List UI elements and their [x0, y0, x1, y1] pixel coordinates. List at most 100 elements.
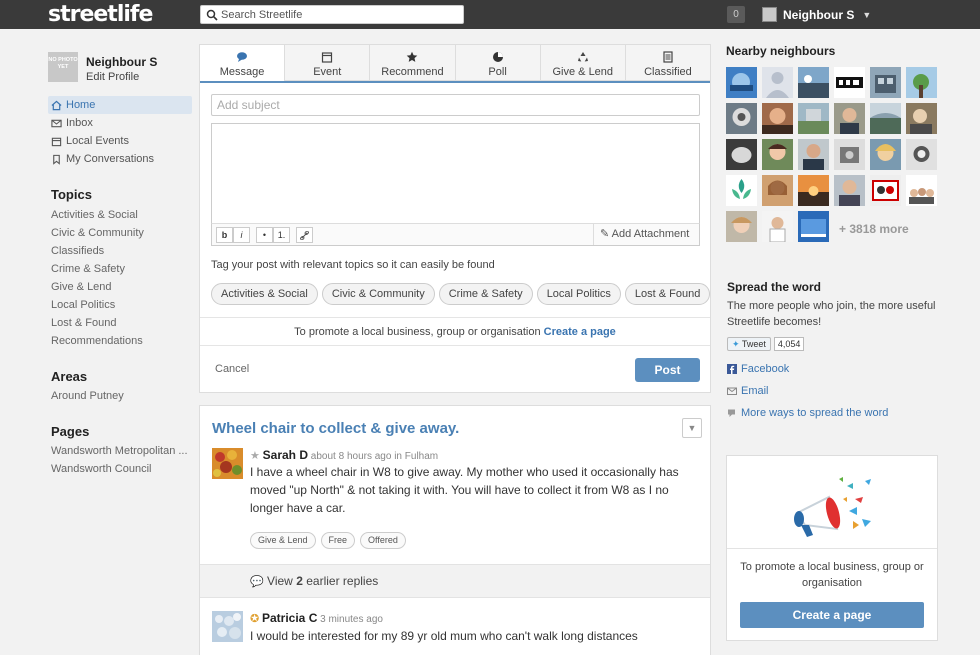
- search-box[interactable]: [200, 5, 464, 24]
- topic-link[interactable]: Civic & Community: [51, 224, 144, 242]
- bold-button[interactable]: b: [216, 227, 233, 243]
- top-bar: streetlife 0 Neighbour S ▼: [0, 0, 980, 29]
- numbered-list-button[interactable]: 1.: [273, 227, 290, 243]
- thread-title[interactable]: Wheel chair to collect & give away.: [212, 420, 459, 437]
- topic-link[interactable]: Recommendations: [51, 332, 144, 350]
- bullet-list-button[interactable]: •: [256, 227, 273, 243]
- topic-link[interactable]: Lost & Found: [51, 314, 144, 332]
- author-name[interactable]: Sarah D: [263, 448, 308, 462]
- reply-meta: ✪ Patricia C 3 minutes ago: [250, 611, 383, 625]
- neighbour-avatar[interactable]: [906, 103, 937, 134]
- create-page-link[interactable]: Create a page: [544, 326, 616, 338]
- more-neighbours-link[interactable]: + 3818 more: [839, 222, 909, 236]
- post-tag[interactable]: Give & Lend: [250, 532, 316, 549]
- tag-hint: Tag your post with relevant topics so it…: [211, 259, 495, 271]
- no-photo-avatar[interactable]: NO PHOTO YET: [48, 52, 78, 82]
- topic-chip[interactable]: Activities & Social: [211, 283, 318, 305]
- topic-link[interactable]: Classifieds: [51, 242, 144, 260]
- post-tag[interactable]: Free: [320, 532, 356, 549]
- calendar-icon: [51, 137, 62, 146]
- neighbour-avatar[interactable]: [798, 175, 829, 206]
- tab-recommend[interactable]: Recommend: [370, 45, 456, 81]
- neighbour-avatar[interactable]: [762, 139, 793, 170]
- sidebar-item-local-events[interactable]: Local Events: [48, 132, 192, 150]
- neighbour-avatar[interactable]: [870, 103, 901, 134]
- neighbour-avatar[interactable]: [834, 103, 865, 134]
- neighbour-avatar[interactable]: [726, 103, 757, 134]
- topic-chip[interactable]: Local Politics: [536, 283, 621, 305]
- add-attachment-button[interactable]: ✎ Add Attachment: [593, 224, 699, 245]
- areas-list: Around Putney: [51, 387, 124, 405]
- neighbour-avatar[interactable]: [726, 67, 757, 98]
- neighbour-avatar[interactable]: [906, 175, 937, 206]
- tab-event[interactable]: Event: [285, 45, 371, 81]
- sidebar-item-my-conversations[interactable]: My Conversations: [48, 150, 192, 168]
- neighbour-avatar[interactable]: [726, 175, 757, 206]
- neighbour-avatar[interactable]: [726, 139, 757, 170]
- edit-profile-link[interactable]: Edit Profile: [86, 71, 139, 83]
- topic-link[interactable]: Give & Lend: [51, 278, 144, 296]
- post-line: I have a wheel chair in W8 to give away.…: [250, 465, 679, 479]
- facebook-share-link[interactable]: Facebook: [727, 363, 789, 375]
- topic-chip[interactable]: Crime & Safety: [438, 283, 533, 305]
- topic-link[interactable]: Crime & Safety: [51, 260, 144, 278]
- topic-chip[interactable]: Civic & Community: [321, 283, 435, 305]
- neighbour-avatar[interactable]: [762, 103, 793, 134]
- home-icon: [51, 100, 62, 110]
- tab-poll[interactable]: Poll: [455, 45, 541, 81]
- topic-chip[interactable]: Lost & Found: [624, 283, 711, 305]
- avatar[interactable]: [212, 611, 243, 642]
- topic-link[interactable]: Local Politics: [51, 296, 144, 314]
- area-link[interactable]: Around Putney: [51, 387, 124, 405]
- feed-card: Wheel chair to collect & give away. ▼ ★ …: [199, 405, 711, 655]
- neighbour-avatar[interactable]: [798, 211, 829, 242]
- neighbour-avatar[interactable]: [762, 211, 793, 242]
- page-link[interactable]: Wandsworth Metropolitan ...: [51, 442, 188, 460]
- tweet-button[interactable]: ✦ Tweet: [727, 337, 771, 351]
- avatar[interactable]: [212, 448, 243, 479]
- mail-icon: [727, 387, 737, 395]
- post-tag[interactable]: Offered: [360, 532, 406, 549]
- user-menu[interactable]: Neighbour S ▼: [762, 6, 871, 23]
- cancel-button[interactable]: Cancel: [215, 363, 249, 375]
- profile-name[interactable]: Neighbour S: [86, 55, 157, 69]
- neighbour-avatar[interactable]: [834, 67, 865, 98]
- neighbour-avatar[interactable]: [726, 211, 757, 242]
- tab-give-lend[interactable]: Give & Lend: [540, 45, 626, 81]
- neighbour-avatar[interactable]: [834, 175, 865, 206]
- italic-button[interactable]: i: [233, 227, 250, 243]
- view-earlier-replies[interactable]: 💬 View 2 earlier replies: [200, 564, 710, 598]
- post-location[interactable]: Fulham: [405, 451, 438, 462]
- streetlife-logo[interactable]: streetlife: [48, 2, 153, 27]
- neighbour-avatar[interactable]: [762, 175, 793, 206]
- neighbour-avatar[interactable]: [798, 67, 829, 98]
- notification-badge[interactable]: 0: [727, 6, 745, 23]
- subject-input[interactable]: [211, 94, 700, 116]
- neighbour-avatar[interactable]: [906, 139, 937, 170]
- neighbour-avatar[interactable]: [798, 139, 829, 170]
- search-input[interactable]: [221, 7, 459, 22]
- neighbour-avatar[interactable]: [906, 67, 937, 98]
- author-name[interactable]: Patricia C: [262, 611, 317, 625]
- sidebar-item-inbox[interactable]: Inbox: [48, 114, 192, 132]
- neighbour-avatar[interactable]: [798, 103, 829, 134]
- page-link[interactable]: Wandsworth Council: [51, 460, 188, 478]
- link-button[interactable]: [296, 227, 313, 243]
- email-share-link[interactable]: Email: [727, 385, 769, 397]
- neighbour-avatar[interactable]: [762, 67, 793, 98]
- neighbour-avatar[interactable]: [870, 67, 901, 98]
- add-attachment-label: Add Attachment: [611, 228, 690, 240]
- more-ways-link[interactable]: More ways to spread the word: [727, 407, 888, 419]
- neighbour-avatar[interactable]: [870, 175, 901, 206]
- neighbour-avatar[interactable]: [870, 139, 901, 170]
- sidebar-item-home[interactable]: Home: [48, 96, 192, 114]
- tab-message[interactable]: Message: [200, 45, 286, 81]
- topic-link[interactable]: Activities & Social: [51, 206, 144, 224]
- areas-heading: Areas: [51, 369, 88, 384]
- neighbour-avatar[interactable]: [834, 139, 865, 170]
- post-button[interactable]: Post: [635, 358, 700, 382]
- thread-options-button[interactable]: ▼: [682, 418, 702, 438]
- post-time: about 8 hours ago: [310, 451, 392, 462]
- tab-classified[interactable]: Classified: [625, 45, 711, 81]
- create-page-button[interactable]: Create a page: [740, 602, 924, 628]
